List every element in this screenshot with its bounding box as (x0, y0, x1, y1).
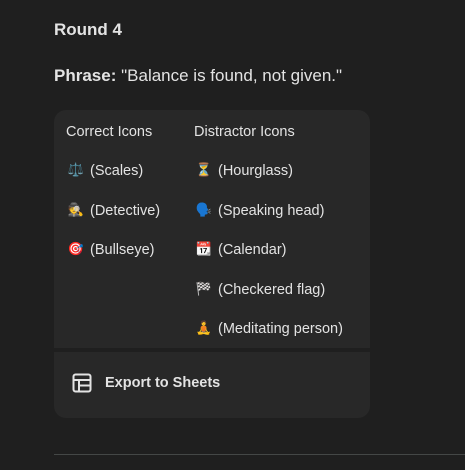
bullseye-icon: 🎯 (67, 242, 85, 257)
chat-response: Round 4 Phrase: "Balance is found, not g… (0, 0, 465, 470)
scales-icon: ⚖️ (67, 163, 85, 178)
cell-label: (Scales) (90, 163, 144, 179)
export-bar: Export to Sheets (54, 352, 370, 418)
hourglass-icon: ⏳ (195, 163, 213, 178)
table-cell: 📆 (Calendar) (194, 240, 343, 260)
phrase-label: Phrase: (54, 66, 117, 85)
table-cell: 🏁 (Checkered flag) (194, 280, 343, 300)
export-to-sheets-button[interactable]: Export to Sheets (72, 373, 220, 393)
cell-label: (Hourglass) (218, 163, 293, 179)
table-grid-icon (72, 373, 92, 393)
phrase-line: Phrase: "Balance is found, not given." (54, 66, 342, 86)
meditating-person-icon: 🧘 (195, 321, 213, 336)
export-label: Export to Sheets (105, 375, 221, 391)
speaking-head-icon: 🗣️ (195, 202, 213, 218)
cell-label: (Detective) (90, 202, 161, 219)
table-cell: 🧘 (Meditating person) (194, 319, 343, 339)
checkered-flag-icon: 🏁 (195, 281, 213, 297)
phrase-text: "Balance is found, not given." (121, 66, 343, 85)
cell-label: (Checkered flag) (218, 281, 326, 298)
table-cell: 🕵️ (Detective) (66, 201, 160, 221)
cell-label: (Speaking head) (218, 202, 325, 219)
cell-label: (Meditating person) (218, 321, 343, 337)
table-cell: 🗣️ (Speaking head) (194, 201, 343, 221)
table-cell: 🎯 (Bullseye) (66, 240, 160, 260)
calendar-icon: 📆 (195, 242, 213, 257)
table-cell: ⏳ (Hourglass) (194, 161, 343, 181)
correct-icons-column: Correct Icons ⚖️ (Scales) 🕵️ (Detective)… (66, 122, 160, 280)
divider (54, 454, 465, 455)
distractor-icons-column: Distractor Icons ⏳ (Hourglass) 🗣️ (Speak… (194, 122, 343, 359)
round-heading: Round 4 (54, 20, 122, 39)
icons-table: Correct Icons ⚖️ (Scales) 🕵️ (Detective)… (54, 110, 370, 348)
distractor-icons-header: Distractor Icons (194, 124, 295, 140)
detective-icon: 🕵️ (67, 202, 85, 218)
correct-icons-header: Correct Icons (66, 124, 153, 140)
table-cell: ⚖️ (Scales) (66, 161, 160, 181)
cell-label: (Bullseye) (90, 242, 155, 258)
cell-label: (Calendar) (218, 242, 287, 258)
